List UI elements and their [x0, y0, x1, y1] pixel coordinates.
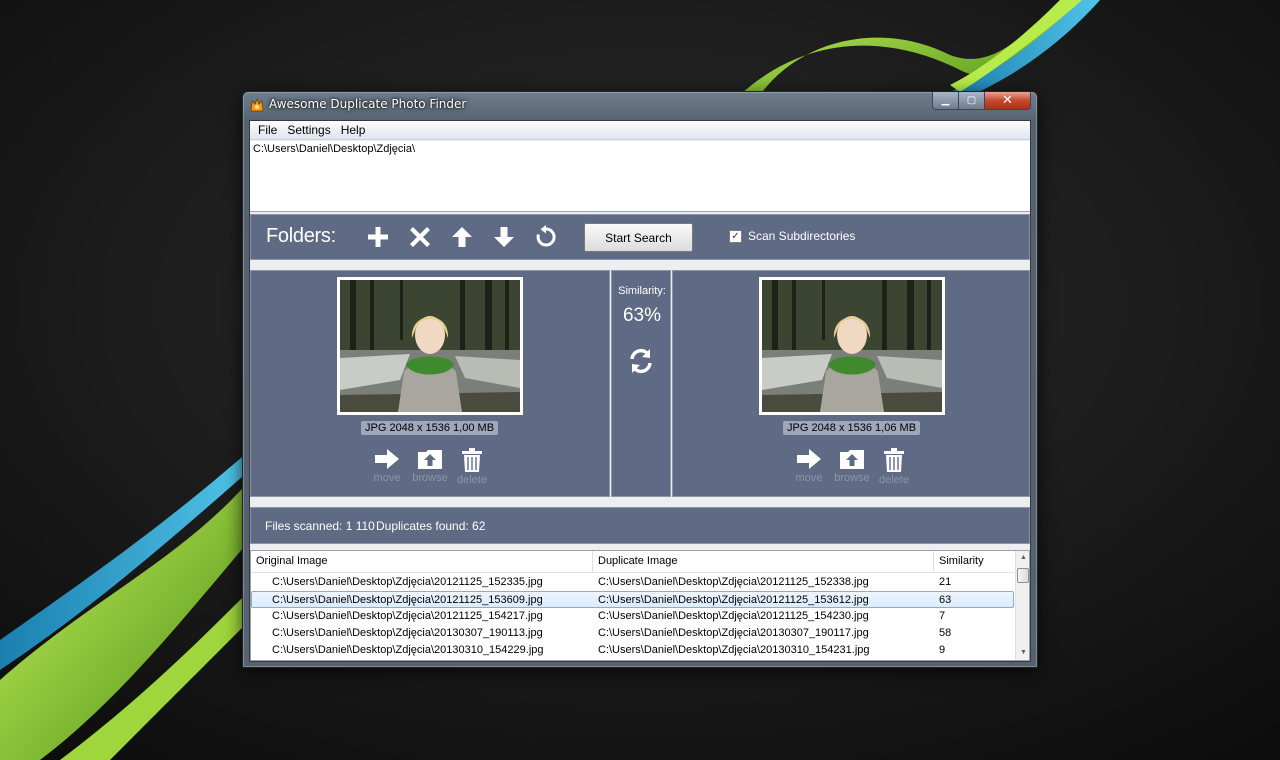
browse-label: browse [834, 472, 870, 484]
reset-icon[interactable] [534, 225, 558, 249]
duplicate-path-cell: C:\Users\Daniel\Desktop\Zdjęcia\20121125… [598, 610, 869, 622]
duplicates-found: Duplicates found: 62 [376, 519, 486, 533]
trash-icon [462, 448, 482, 472]
move-up-icon[interactable] [450, 225, 474, 249]
duplicate-path-cell: C:\Users\Daniel\Desktop\Zdjęcia\20121125… [598, 576, 869, 588]
results-table-header: Original Image Duplicate Image Similarit… [251, 551, 1014, 573]
files-scanned: Files scanned: 1 110 [265, 519, 375, 533]
move-arrow-icon [797, 449, 821, 469]
similarity-cell: 63 [939, 594, 952, 606]
folder-list[interactable]: C:\Users\Daniel\Desktop\Zdjęcia\ [250, 141, 1030, 212]
menu-bar: File Settings Help [250, 121, 1030, 140]
duplicate-image-info: JPG 2048 x 1536 1,06 MB [783, 421, 921, 435]
folders-label: Folders: [266, 225, 336, 247]
similarity-cell: 7 [939, 610, 946, 622]
app-window: Awesome Duplicate Photo Finder ▁ ▢ ✕ Fil… [242, 91, 1038, 668]
photo-woman-in-forest [762, 280, 942, 412]
delete-original-button[interactable]: delete [452, 448, 492, 486]
add-folder-icon[interactable] [366, 225, 390, 249]
move-down-icon[interactable] [492, 225, 516, 249]
original-image-info: JPG 2048 x 1536 1,00 MB [361, 421, 499, 435]
scan-status-bar: Files scanned: 1 110 Duplicates found: 6… [250, 507, 1030, 544]
similarity-cell: 21 [939, 576, 952, 588]
browse-folder-icon [840, 450, 864, 469]
duplicate-image-pane: JPG 2048 x 1536 1,06 MB move browse dele… [672, 270, 1030, 497]
original-path-cell: C:\Users\Daniel\Desktop\Zdjęcia\20121125… [272, 576, 543, 588]
browse-duplicate-button[interactable]: browse [832, 448, 872, 484]
column-divider[interactable] [592, 551, 593, 573]
menu-file[interactable]: File [253, 123, 282, 137]
duplicate-path-cell: C:\Users\Daniel\Desktop\Zdjęcia\20130307… [598, 627, 869, 639]
move-duplicate-button[interactable]: move [789, 448, 829, 484]
column-original-image[interactable]: Original Image [256, 555, 328, 567]
close-button[interactable]: ✕ [985, 92, 1031, 110]
delete-label: delete [457, 474, 487, 486]
scroll-thumb[interactable] [1017, 568, 1029, 583]
original-path-cell: C:\Users\Daniel\Desktop\Zdjęcia\20121125… [272, 594, 543, 606]
folder-path-item[interactable]: C:\Users\Daniel\Desktop\Zdjęcia\ [253, 143, 1027, 155]
column-divider[interactable] [933, 551, 934, 573]
table-row-selected[interactable]: C:\Users\Daniel\Desktop\Zdjęcia\20121125… [251, 591, 1014, 608]
start-search-button[interactable]: Start Search [584, 223, 693, 252]
duplicate-image-preview[interactable] [759, 277, 945, 415]
table-row[interactable]: C:\Users\Daniel\Desktop\Zdjęcia\20130307… [251, 625, 1014, 642]
window-controls: ▁ ▢ ✕ [932, 92, 1031, 110]
table-row[interactable]: C:\Users\Daniel\Desktop\Zdjęcia\20121125… [251, 574, 1014, 591]
window-title: Awesome Duplicate Photo Finder [269, 97, 467, 111]
scan-subdirectories-label: Scan Subdirectories [748, 229, 856, 243]
duplicate-path-cell: C:\Users\Daniel\Desktop\Zdjęcia\20121125… [598, 594, 869, 606]
browse-folder-icon [418, 450, 442, 469]
window-client-area: File Settings Help C:\Users\Daniel\Deskt… [249, 120, 1031, 662]
move-label: move [795, 472, 823, 484]
results-table[interactable]: Original Image Duplicate Image Similarit… [250, 550, 1030, 661]
menu-settings[interactable]: Settings [282, 123, 335, 137]
original-path-cell: C:\Users\Daniel\Desktop\Zdjęcia\20130310… [272, 644, 544, 656]
menu-help[interactable]: Help [336, 123, 371, 137]
duplicate-path-cell: C:\Users\Daniel\Desktop\Zdjęcia\20130310… [598, 644, 870, 656]
folders-toolbar: Folders: Start Search ✓ Scan Subdirector… [250, 214, 1030, 260]
delete-label: delete [879, 474, 909, 486]
title-bar[interactable]: Awesome Duplicate Photo Finder ▁ ▢ ✕ [243, 92, 1037, 118]
scroll-down-arrow[interactable]: ▼ [1016, 646, 1029, 660]
original-path-cell: C:\Users\Daniel\Desktop\Zdjęcia\20121125… [272, 610, 543, 622]
move-label: move [373, 472, 401, 484]
column-similarity[interactable]: Similarity [939, 555, 984, 567]
maximize-button[interactable]: ▢ [959, 92, 985, 110]
scan-subdirectories-checkbox[interactable]: ✓ [729, 230, 742, 243]
minimize-button[interactable]: ▁ [932, 92, 959, 110]
browse-original-button[interactable]: browse [410, 448, 450, 484]
results-scrollbar[interactable]: ▲ ▼ [1015, 551, 1029, 660]
table-row[interactable]: C:\Users\Daniel\Desktop\Zdjęcia\20121125… [251, 608, 1014, 625]
swap-images-icon[interactable] [628, 348, 654, 374]
original-image-preview[interactable] [337, 277, 523, 415]
similarity-cell: 58 [939, 627, 952, 639]
scroll-up-arrow[interactable]: ▲ [1016, 551, 1029, 565]
column-duplicate-image[interactable]: Duplicate Image [598, 555, 678, 567]
remove-folder-icon[interactable] [408, 225, 432, 249]
original-image-pane: JPG 2048 x 1536 1,00 MB move browse dele… [250, 270, 610, 497]
app-logo-icon [250, 97, 264, 112]
similarity-value: 63% [622, 305, 662, 326]
delete-duplicate-button[interactable]: delete [874, 448, 914, 486]
table-row[interactable]: C:\Users\Daniel\Desktop\Zdjęcia\20130310… [251, 642, 1014, 659]
similarity-cell: 9 [939, 644, 946, 656]
similarity-pane: Similarity: 63% [611, 270, 671, 497]
photo-woman-in-forest [340, 280, 520, 412]
move-original-button[interactable]: move [367, 448, 407, 484]
similarity-label: Similarity: [618, 285, 666, 297]
trash-icon [884, 448, 904, 472]
browse-label: browse [412, 472, 448, 484]
original-path-cell: C:\Users\Daniel\Desktop\Zdjęcia\20130307… [272, 627, 543, 639]
move-arrow-icon [375, 449, 399, 469]
